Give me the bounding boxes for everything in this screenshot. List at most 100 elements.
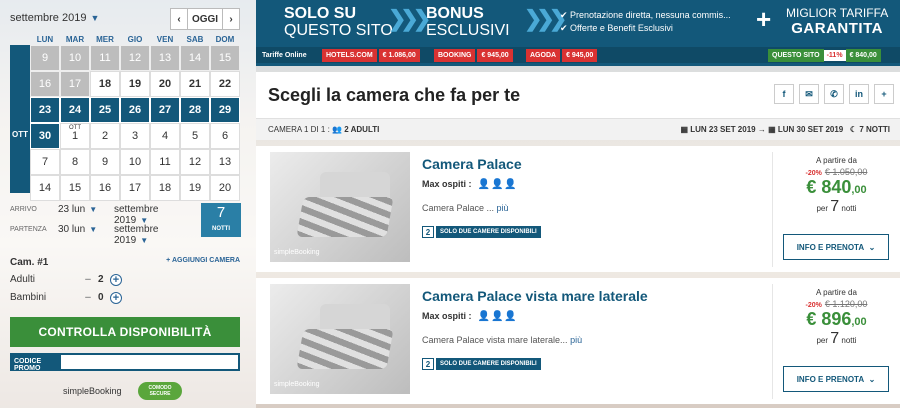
calendar-day[interactable]: 20: [210, 175, 240, 201]
calendar-day[interactable]: 18: [90, 71, 120, 97]
availability-text: SOLO DUE CAMERE DISPONIBILI: [436, 226, 541, 238]
calendar-day[interactable]: 9: [30, 45, 60, 71]
room-photo[interactable]: simpleBooking: [270, 284, 410, 394]
calendar: OTT 9 10 11 12 13 14 15 16 17 18 19 20 21 22 23 24 25 26 2…: [10, 45, 240, 201]
calendar-day[interactable]: 11: [90, 45, 120, 71]
departure-month-select[interactable]: settembre 2019 ▼: [114, 224, 195, 246]
more-link[interactable]: più: [497, 203, 509, 213]
photo-watermark: simpleBooking: [274, 249, 320, 256]
calendar-day[interactable]: 12: [120, 45, 150, 71]
banner-text: ESCLUSIVI: [426, 22, 510, 39]
calendar-day[interactable]: 9: [90, 149, 120, 175]
calendar-day[interactable]: 22: [210, 71, 240, 97]
calendar-day[interactable]: 15: [60, 175, 90, 201]
plus-icon[interactable]: +: [110, 274, 122, 286]
calendar-day[interactable]: 4: [150, 123, 180, 149]
guests-icon: 👤👤👤: [477, 311, 518, 322]
share-more-icon[interactable]: +: [874, 84, 894, 104]
calendar-day[interactable]: 26: [120, 97, 150, 123]
calendar-day[interactable]: 30: [30, 123, 60, 149]
whatsapp-icon[interactable]: ✆: [824, 84, 844, 104]
calendar-day[interactable]: 11: [150, 149, 180, 175]
arrow-right-icon: →: [757, 125, 766, 134]
old-price: -20% € 1.050,00: [773, 167, 900, 177]
adults-count: 2: [98, 274, 104, 285]
calendar-day[interactable]: 17: [120, 175, 150, 201]
room-name[interactable]: Camera Palace: [422, 156, 522, 172]
today-button[interactable]: OGGI: [187, 9, 223, 29]
calendar-day[interactable]: 1 OTT: [60, 123, 90, 149]
chevron-left-icon[interactable]: ‹: [171, 9, 187, 29]
calendar-day[interactable]: 15: [210, 45, 240, 71]
promo-input[interactable]: [61, 355, 238, 369]
add-room-link[interactable]: + AGGIUNGI CAMERA: [166, 257, 240, 264]
facebook-icon[interactable]: f: [774, 84, 794, 104]
max-guests-label: Max ospiti :: [422, 179, 472, 189]
current-price: € 840,00: [773, 177, 900, 198]
date-from: LUN 23 SET 2019: [690, 125, 756, 134]
linkedin-icon[interactable]: in: [849, 84, 869, 104]
calendar-day[interactable]: 18: [150, 175, 180, 201]
room-guests: Cam. #1 + AGGIUNGI CAMERA Adulti − 2 + B…: [10, 257, 240, 304]
availability-badge: 2 SOLO DUE CAMERE DISPONIBILI: [422, 226, 541, 238]
calendar-day[interactable]: 16: [30, 71, 60, 97]
calendar-day[interactable]: 24: [60, 97, 90, 123]
calendar-day[interactable]: 27: [150, 97, 180, 123]
calendar-day[interactable]: 6: [210, 123, 240, 149]
adults-info: 2 ADULTI: [344, 125, 380, 134]
banner-best-rate: MIGLIOR TARIFFA GARANTITA: [786, 5, 888, 37]
calendar-day[interactable]: 13: [150, 45, 180, 71]
info-book-button[interactable]: INFO E PRENOTA ⌄: [783, 366, 889, 392]
availability-count: 2: [422, 358, 434, 370]
calendar-day[interactable]: 25: [90, 97, 120, 123]
calendar-day[interactable]: 3: [120, 123, 150, 149]
guests-icon: 👤👤👤: [477, 179, 518, 190]
arrival-day-select[interactable]: 23 lun ▼: [58, 204, 97, 215]
calendar-day[interactable]: 28: [180, 97, 210, 123]
price-main: € 840: [806, 177, 852, 197]
calendar-day[interactable]: 21: [180, 71, 210, 97]
page-title: Scegli la camera che fa per te: [268, 85, 521, 105]
email-icon[interactable]: ✉: [799, 84, 819, 104]
calendar-day[interactable]: 14: [30, 175, 60, 201]
calendar-day[interactable]: 14: [180, 45, 210, 71]
info-book-button[interactable]: INFO E PRENOTA ⌄: [783, 234, 889, 260]
calendar-day[interactable]: 19: [120, 71, 150, 97]
calendar-day[interactable]: 23: [30, 97, 60, 123]
rate-price: € 840,00: [845, 49, 881, 62]
calendar-day[interactable]: 10: [60, 45, 90, 71]
room-label: Cam. #1: [10, 257, 49, 268]
calendar-day[interactable]: 5: [180, 123, 210, 149]
calendar-day[interactable]: 2: [90, 123, 120, 149]
calendar-day[interactable]: 13: [210, 149, 240, 175]
calendar-day[interactable]: 17: [60, 71, 90, 97]
rate-price: € 945,00: [562, 49, 598, 62]
minus-icon[interactable]: −: [82, 292, 94, 304]
plus-icon: +: [756, 4, 772, 34]
room-photo[interactable]: simpleBooking: [270, 152, 410, 262]
departure-day-select[interactable]: 30 lun ▼: [58, 224, 97, 235]
promo-label: CODICE PROMO: [14, 358, 42, 372]
calendar-day[interactable]: 10: [120, 149, 150, 175]
calendar-day[interactable]: 7: [30, 149, 60, 175]
chevron-right-icon[interactable]: ›: [223, 9, 239, 29]
minus-icon[interactable]: −: [82, 274, 94, 286]
check-availability-button[interactable]: CONTROLLA DISPONIBILITÀ: [10, 317, 240, 347]
calendar-day[interactable]: 8: [60, 149, 90, 175]
weekday: VEN: [156, 35, 174, 44]
children-row: Bambini − 0 +: [10, 292, 240, 306]
calendar-day[interactable]: 12: [180, 149, 210, 175]
calendar-day[interactable]: 19: [180, 175, 210, 201]
calendar-day[interactable]: 16: [90, 175, 120, 201]
availability-badge: 2 SOLO DUE CAMERE DISPONIBILI: [422, 358, 541, 370]
calendar-nav: ‹ OGGI ›: [170, 8, 240, 30]
plus-icon[interactable]: +: [110, 292, 122, 304]
more-link[interactable]: più: [570, 335, 582, 345]
calendar-day[interactable]: 29: [210, 97, 240, 123]
chevron-down-icon: ⌄: [868, 242, 876, 252]
month-select[interactable]: settembre 2019 ▼: [10, 12, 99, 24]
arrival-row: ARRIVO 23 lun ▼ settembre 2019 ▼: [10, 203, 195, 226]
calendar-day[interactable]: 20: [150, 71, 180, 97]
room-name[interactable]: Camera Palace vista mare laterale: [422, 288, 648, 304]
old-price: -20% € 1.120,00: [773, 299, 900, 309]
